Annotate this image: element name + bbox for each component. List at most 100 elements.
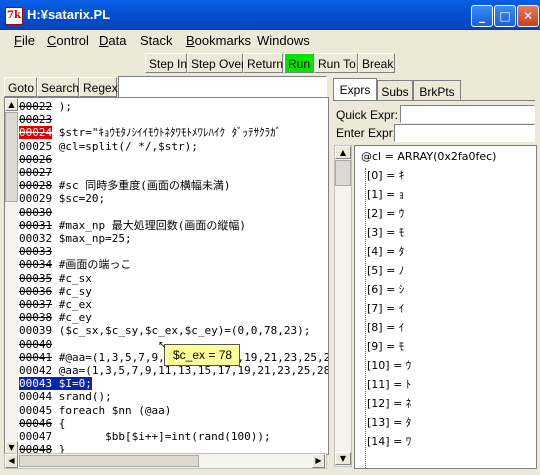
code-line[interactable]: 00029 $sc=20; [19, 192, 105, 205]
line-number[interactable]: 00037 [19, 298, 52, 311]
tree-item[interactable]: [2] = ｳ [367, 207, 404, 221]
line-number[interactable]: 00036 [19, 285, 52, 298]
tab-subs[interactable]: Subs [377, 80, 413, 100]
tree-item[interactable]: [11] = ﾄ [367, 378, 411, 392]
tree-item[interactable]: [4] = ﾀ [367, 245, 404, 259]
line-number[interactable]: 00025 [19, 140, 52, 153]
expr-vertical-scrollbar[interactable]: ▲ ▼ [334, 145, 352, 467]
maximize-button[interactable]: □ [494, 5, 516, 27]
line-number[interactable]: 00040 [19, 338, 52, 351]
code-line[interactable]: 00023 [19, 113, 52, 126]
tree-item[interactable]: [3] = ﾓ [367, 226, 404, 240]
line-number[interactable]: 00029 [19, 192, 52, 205]
line-number[interactable]: 00023 [19, 113, 52, 126]
line-number[interactable]: 00031 [19, 219, 52, 232]
expr-scroll-down-arrow[interactable]: ▼ [335, 452, 351, 465]
quick-expr-input[interactable] [400, 105, 535, 123]
run-button[interactable]: Run [284, 53, 314, 73]
menu-windows[interactable]: Windows [257, 33, 310, 48]
line-number[interactable]: 00044 [19, 390, 52, 403]
code-line[interactable]: 00038 #c_ey [19, 311, 92, 324]
menu-stack[interactable]: Stack [140, 33, 173, 48]
scroll-right-arrow[interactable]: ▶ [312, 454, 325, 468]
code-line[interactable]: 00030 [19, 206, 52, 219]
code-line[interactable]: 00045 foreach $nn (@aa) [19, 404, 171, 417]
code-line[interactable]: 00043 $I=0; [19, 377, 92, 391]
tree-item[interactable]: [10] = ｳ [367, 359, 411, 373]
line-number[interactable]: 00041 [19, 351, 52, 364]
line-number[interactable]: 00028 [19, 179, 52, 192]
minimize-button[interactable]: _ [471, 5, 493, 27]
code-horizontal-scrollbar[interactable]: ◀ ▶ [4, 453, 327, 469]
code-line[interactable]: 00044 srand(); [19, 390, 112, 403]
line-number[interactable]: 00042 [19, 364, 52, 377]
horizontal-scroll-thumb[interactable] [19, 455, 199, 467]
code-vertical-scrollbar[interactable]: ▲ ▼ [5, 98, 18, 454]
goto-button[interactable]: Goto [4, 77, 37, 97]
code-line[interactable]: 00040 [19, 338, 52, 351]
code-line[interactable]: 00037 #c_ex [19, 298, 92, 311]
code-line[interactable]: 00047 $bb[$i++]=int(rand(100)); [19, 430, 271, 443]
line-number[interactable]: 00024 [19, 126, 53, 140]
tree-root-item[interactable]: @cl = ARRAY(0x2fa0fec) [361, 150, 496, 164]
step-over-button[interactable]: Step Over [187, 53, 245, 73]
menu-bookmarks[interactable]: Bookmarks [186, 33, 251, 48]
expr-scroll-thumb[interactable] [335, 160, 351, 186]
line-number[interactable]: 00038 [19, 311, 52, 324]
line-number[interactable]: 00032 [19, 232, 52, 245]
expression-tree[interactable]: @cl = ARRAY(0x2fa0fec) [0] = ｷ [1] = ｮ [2] … [354, 145, 537, 469]
code-line[interactable]: 00032 $max_np=25; [19, 232, 132, 245]
tree-item[interactable]: [6] = ｼ [367, 283, 404, 297]
code-view[interactable]: ▲ ▼ 00022 ); 00023 00024 $str="ｷｮｳﾓﾀﾉｼｲｲﾓｳ… [4, 97, 329, 455]
scroll-up-arrow[interactable]: ▲ [5, 98, 18, 111]
code-line[interactable]: 00022 ); [19, 100, 72, 113]
code-line[interactable]: 00027 [19, 166, 52, 179]
line-number[interactable]: 00027 [19, 166, 52, 179]
code-line[interactable]: 00028 #sc 同時多重度(画面の横幅未満) [19, 179, 230, 192]
tree-item[interactable]: [9] = ﾓ [367, 340, 404, 354]
line-number[interactable]: 00046 [19, 417, 52, 430]
code-line[interactable]: 00024 $str="ｷｮｳﾓﾀﾉｼｲｲﾓｳﾄﾈﾀﾜﾓﾄﾒﾜﾚﾊｲｸ ﾀﾞｯﾃ… [19, 126, 281, 140]
tree-item[interactable]: [0] = ｷ [367, 169, 404, 183]
tree-item[interactable]: [1] = ｮ [367, 188, 404, 202]
code-line[interactable]: 00025 @cl=split(/ */,$str); [19, 140, 198, 153]
line-number[interactable]: 00033 [19, 245, 52, 258]
run-to-button[interactable]: Run To [314, 53, 358, 73]
return-button[interactable]: Return [243, 53, 283, 73]
line-number[interactable]: 00034 [19, 258, 52, 271]
code-line[interactable]: 00034 #画面の端っこ [19, 258, 131, 271]
code-line[interactable]: 00031 #max_np 最大処理回数(画面の縦幅) [19, 219, 246, 232]
tree-item[interactable]: [12] = ﾈ [367, 397, 411, 411]
tab-brkpts[interactable]: BrkPts [413, 80, 461, 100]
break-button[interactable]: Break [358, 53, 395, 73]
code-line[interactable]: 00039 ($c_sx,$c_sy,$c_ex,$c_ey)=(0,0,78,… [19, 324, 310, 337]
line-number[interactable]: 00047 [19, 430, 52, 443]
close-button[interactable]: ✕ [517, 5, 539, 27]
line-number[interactable]: 00045 [19, 404, 52, 417]
menu-data[interactable]: Data [99, 33, 126, 48]
step-in-button[interactable]: Step In [145, 53, 187, 73]
menu-control[interactable]: Control [47, 33, 89, 48]
menu-file[interactable]: File [14, 33, 35, 48]
scroll-thumb[interactable] [5, 112, 18, 202]
tk-app-icon[interactable]: 7k [5, 7, 23, 25]
search-button[interactable]: Search [37, 77, 79, 97]
scroll-left-arrow[interactable]: ◀ [5, 454, 18, 468]
search-input[interactable] [118, 76, 327, 98]
line-number[interactable]: 00035 [19, 272, 52, 285]
tree-item[interactable]: [7] = ｲ [367, 302, 404, 316]
code-line[interactable]: 00036 #c_sy [19, 285, 92, 298]
line-number[interactable]: 00026 [19, 153, 52, 166]
line-number[interactable]: 00039 [19, 324, 52, 337]
regex-button[interactable]: Regex [79, 77, 118, 97]
expr-scroll-up-arrow[interactable]: ▲ [335, 146, 351, 159]
tree-item[interactable]: [5] = ﾉ [367, 264, 404, 278]
code-line[interactable]: 00046 { [19, 417, 65, 430]
line-number[interactable]: 00043 [19, 377, 53, 391]
code-line[interactable]: 00033 [19, 245, 52, 258]
code-line[interactable]: 00026 [19, 153, 52, 166]
tree-item[interactable]: [8] = ｲ [367, 321, 404, 335]
tree-item[interactable]: [14] = ﾜ [367, 435, 411, 449]
tab-exprs[interactable]: Exprs [333, 78, 377, 100]
tree-item[interactable]: [13] = ﾀ [367, 416, 411, 430]
